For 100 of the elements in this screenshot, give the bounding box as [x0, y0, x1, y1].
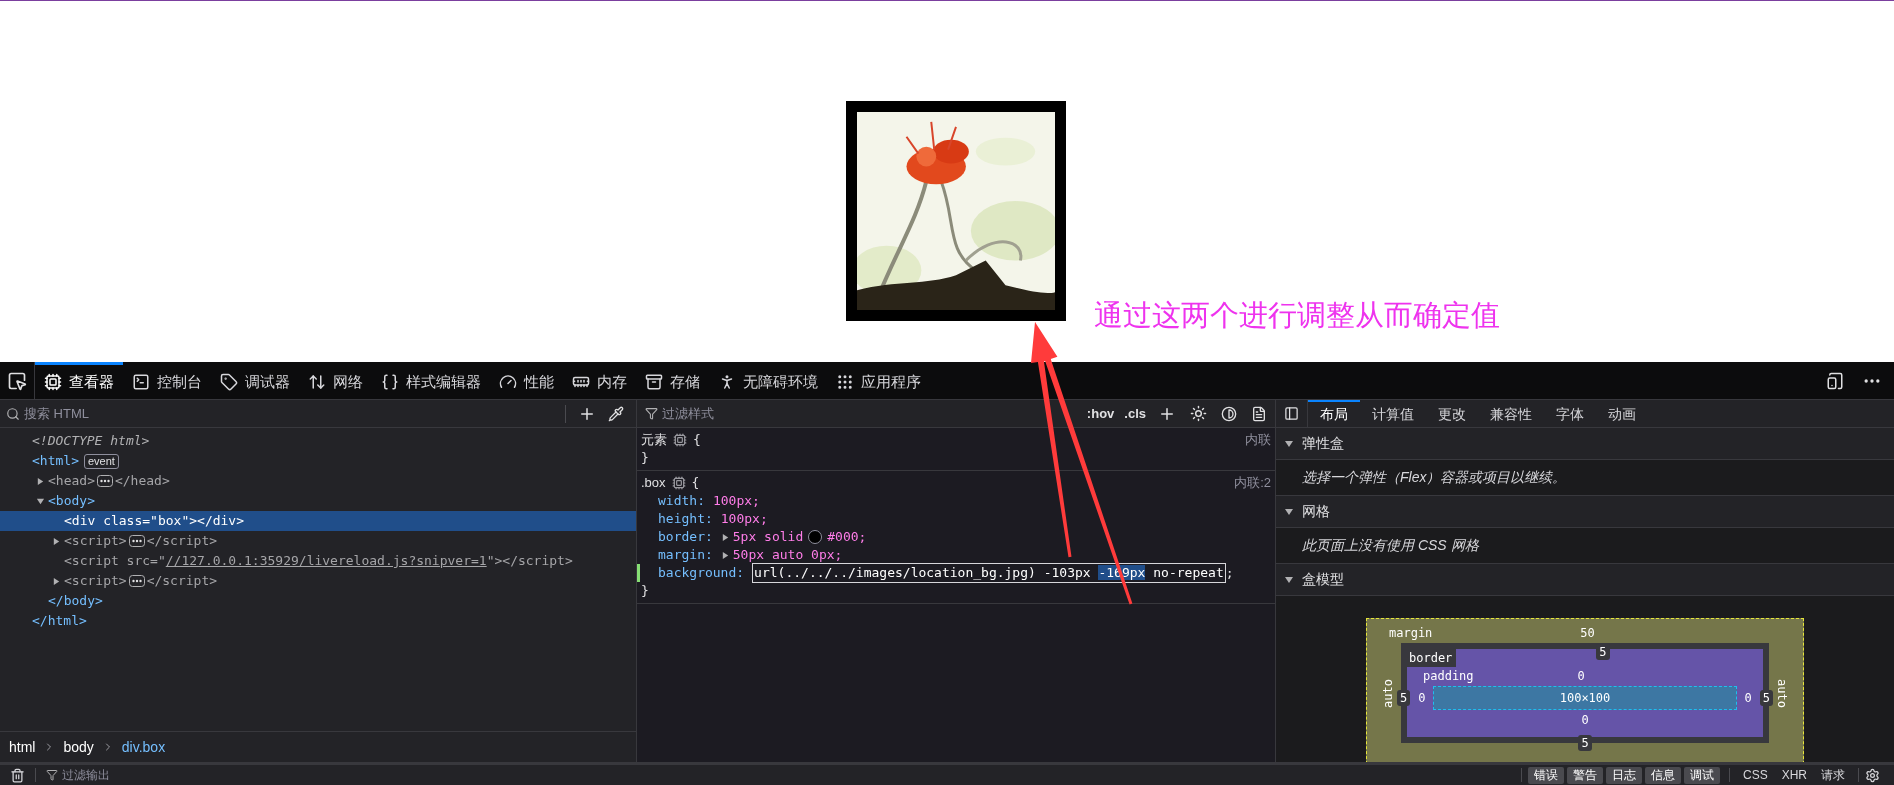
rule-selector: 元素 — [641, 431, 667, 449]
twisty-icon[interactable] — [52, 576, 61, 586]
responsive-mode-icon[interactable] — [1826, 371, 1844, 390]
property-value[interactable]: #000; — [827, 528, 867, 546]
terminal-icon — [132, 373, 150, 391]
section-note: 选择一个弹性（Flex）容器或项目以继续。 — [1302, 468, 1567, 487]
property-value[interactable]: 100px; — [712, 492, 760, 510]
panel-tab[interactable]: 更改 — [1426, 400, 1478, 427]
gauge-icon — [499, 373, 517, 391]
devtools-tab[interactable]: 网络 — [299, 362, 372, 399]
filter-icon — [46, 769, 58, 781]
event-badge[interactable]: event — [83, 453, 119, 469]
property-value[interactable]: 5px solid — [732, 528, 804, 546]
ellipsis-icon[interactable] — [96, 475, 113, 487]
section-title: 弹性盒 — [1302, 434, 1344, 453]
twisty-icon[interactable] — [1284, 574, 1294, 585]
section-note: 此页面上没有使用 CSS 网格 — [1302, 536, 1479, 555]
twisty-icon[interactable] — [36, 496, 45, 506]
filter-icon — [645, 407, 658, 420]
log-level-button[interactable]: 错误 — [1527, 766, 1564, 784]
highlight-icon[interactable] — [673, 433, 687, 447]
tag-text: <script> — [64, 572, 127, 591]
twisty-icon[interactable] — [720, 550, 730, 560]
highlight-icon[interactable] — [671, 476, 686, 490]
eyedropper-icon[interactable] — [608, 405, 624, 422]
tree-row[interactable]: <script src="//127.0.0.1:35929/livereload.js?snipver=1"></script> — [0, 551, 636, 571]
panel-tab[interactable]: 兼容性 — [1478, 400, 1544, 427]
breadcrumb[interactable]: body — [63, 736, 94, 758]
section-header[interactable]: 网格 — [1276, 496, 1894, 528]
property-name[interactable]: border: — [658, 528, 713, 546]
ellipsis-icon[interactable] — [128, 575, 145, 587]
border-label: border — [1405, 649, 1457, 667]
light-mode-icon[interactable] — [1190, 405, 1207, 422]
devtools-tab[interactable]: 调试器 — [211, 362, 299, 399]
request-filter-button[interactable]: CSS — [1735, 766, 1775, 784]
pseudo-class-button[interactable]: :hov — [1083, 403, 1118, 424]
rule-source[interactable]: 内联:2 — [1234, 474, 1271, 492]
search-field[interactable]: 搜索 HTML — [24, 403, 561, 424]
twisty-icon[interactable] — [1284, 506, 1294, 517]
property-name[interactable]: margin: — [658, 546, 713, 564]
tag-text: </script> — [146, 572, 218, 591]
panel-tab[interactable]: 字体 — [1544, 400, 1596, 427]
twisty-icon[interactable] — [52, 536, 61, 546]
devtools-tab[interactable]: 应用程序 — [827, 362, 930, 399]
brace-text: { — [693, 431, 701, 449]
property-value[interactable]: 100px; — [720, 510, 768, 528]
doctype-text: <!DOCTYPE html> — [32, 432, 150, 451]
section-header[interactable]: 盒模型 — [1276, 564, 1894, 596]
property-name[interactable]: width: — [658, 492, 705, 510]
devtools-tab[interactable]: 控制台 — [123, 362, 211, 399]
arrows-icon — [308, 373, 326, 391]
tree-row[interactable]: <html> event — [0, 451, 636, 471]
devtools-tab[interactable]: 内存 — [563, 362, 636, 399]
breadcrumb[interactable]: html — [9, 736, 36, 758]
settings-icon[interactable] — [1865, 767, 1880, 783]
section-header[interactable]: 弹性盒 — [1276, 428, 1894, 460]
log-level-button[interactable]: 警告 — [1566, 766, 1603, 784]
twisty-icon[interactable] — [36, 476, 45, 486]
panel-tab[interactable]: 计算值 — [1360, 400, 1426, 427]
property-name[interactable]: height: — [658, 510, 713, 528]
log-level-button[interactable]: 日志 — [1605, 766, 1642, 784]
log-level-button[interactable]: 调试 — [1683, 766, 1720, 784]
devtools-tab[interactable]: 存储 — [636, 362, 709, 399]
color-swatch[interactable] — [808, 530, 823, 544]
contrast-icon[interactable] — [1221, 405, 1237, 422]
request-filter-button[interactable]: 请求 — [1814, 766, 1852, 784]
rule-source[interactable]: 内联 — [1245, 431, 1271, 449]
twisty-icon[interactable] — [1284, 438, 1294, 449]
section-title: 网格 — [1302, 502, 1330, 521]
property-name[interactable]: background: — [658, 564, 745, 582]
breadcrumb[interactable]: div.box — [121, 736, 166, 758]
element-picker-icon[interactable] — [7, 370, 27, 391]
print-icon[interactable] — [1251, 405, 1267, 422]
border-bottom-value: 5 — [1578, 735, 1592, 751]
tree-row[interactable]: <head> </head> — [0, 471, 636, 491]
tag-text: </head> — [114, 472, 170, 491]
log-level-button[interactable]: 信息 — [1644, 766, 1681, 784]
devtools-tab[interactable]: 样式编辑器 — [372, 362, 490, 399]
devtools-tab[interactable]: 性能 — [490, 362, 563, 399]
tree-row[interactable]: <!DOCTYPE html> — [0, 431, 636, 451]
panel-tab[interactable]: 动画 — [1596, 400, 1648, 427]
trash-icon[interactable] — [10, 767, 25, 783]
padding-bottom-value: 0 — [1581, 712, 1589, 729]
twisty-icon[interactable] — [720, 532, 730, 542]
tree-row[interactable]: <script> </script> — [0, 531, 636, 551]
sidebar-toggle-icon[interactable] — [1284, 406, 1299, 421]
pseudo-class-button[interactable]: .cls — [1121, 403, 1149, 424]
tag-text: <html> — [32, 452, 79, 471]
tag-text: </body> — [48, 592, 103, 611]
margin-right-value: auto — [1774, 678, 1790, 708]
property-value[interactable]: 50px auto 0px; — [732, 546, 843, 564]
brace-text: } — [641, 450, 649, 465]
ellipsis-icon[interactable] — [128, 535, 145, 547]
tree-row[interactable]: <div class="box"></div> — [0, 511, 636, 531]
margin-left-value: auto — [1380, 678, 1396, 708]
devtools-tab[interactable]: 无障碍环境 — [709, 362, 827, 399]
tree-row[interactable]: <body> — [0, 491, 636, 511]
script-link[interactable]: //127.0.0.1:35929/livereload.js?snipver=1 — [165, 551, 487, 571]
request-filter-button[interactable]: XHR — [1774, 766, 1814, 784]
tree-row[interactable]: <script> </script> — [0, 571, 636, 591]
